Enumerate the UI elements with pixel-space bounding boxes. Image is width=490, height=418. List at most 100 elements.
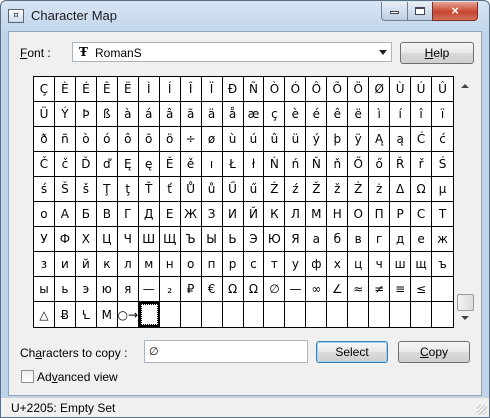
character-cell[interactable]: ť	[159, 177, 181, 202]
character-cell[interactable]: и	[54, 252, 76, 277]
character-cell[interactable]	[432, 277, 453, 302]
character-cell[interactable]: ë	[348, 102, 370, 127]
character-cell[interactable]: ○→	[118, 302, 139, 327]
character-cell[interactable]: ł	[243, 152, 265, 177]
resize-grip-icon[interactable]	[477, 405, 487, 415]
character-cell[interactable]: ч	[369, 252, 391, 277]
character-cell[interactable]: ∞	[306, 277, 328, 302]
character-cell[interactable]: í	[390, 102, 412, 127]
maximize-button[interactable]	[407, 2, 433, 21]
character-cell[interactable]: Ň	[306, 152, 328, 177]
character-cell[interactable]: Ś	[432, 152, 453, 177]
character-cell[interactable]: Ю	[264, 227, 286, 252]
character-cell[interactable]: ≈	[348, 277, 370, 302]
character-cell[interactable]: ż	[369, 177, 391, 202]
character-cell[interactable]: ю	[96, 277, 118, 302]
character-cell[interactable]: Đ	[222, 77, 244, 102]
character-cell[interactable]: à	[117, 102, 139, 127]
character-cell[interactable]: К	[264, 202, 286, 227]
character-cell[interactable]: а	[306, 227, 328, 252]
character-cell[interactable]: €	[201, 277, 223, 302]
character-cell[interactable]: Д	[138, 202, 160, 227]
character-cell[interactable]: ы	[34, 277, 55, 302]
character-cell[interactable]: Í	[159, 77, 181, 102]
character-cell[interactable]: Ч	[117, 227, 139, 252]
character-cell[interactable]	[181, 302, 202, 327]
character-cell[interactable]: к	[96, 252, 118, 277]
minimize-button[interactable]	[381, 2, 408, 21]
character-cell[interactable]: А	[54, 202, 76, 227]
character-cell[interactable]: △	[34, 302, 55, 327]
character-cell[interactable]	[369, 302, 391, 327]
chevron-down-icon[interactable]	[379, 50, 387, 55]
character-cell[interactable]: Ω	[411, 177, 433, 202]
character-cell[interactable]: ě	[180, 152, 202, 177]
character-cell[interactable]: Ф	[54, 227, 76, 252]
character-cell[interactable]: ≠	[369, 277, 391, 302]
character-cell[interactable]: á	[138, 102, 160, 127]
character-cell[interactable]: Ű	[222, 177, 244, 202]
character-cell[interactable]: Ш	[138, 227, 160, 252]
character-cell[interactable]: Î	[180, 77, 202, 102]
character-cell[interactable]: Н	[327, 202, 349, 227]
character-cell[interactable]: Û	[432, 77, 453, 102]
character-cell[interactable]: Ь	[222, 227, 244, 252]
character-cell[interactable]: ø	[201, 127, 223, 152]
character-cell[interactable]: â	[159, 102, 181, 127]
character-cell[interactable]: ä	[201, 102, 223, 127]
character-cell[interactable]: Ź	[264, 177, 286, 202]
character-cell[interactable]	[348, 302, 370, 327]
character-cell[interactable]: É	[75, 77, 97, 102]
character-cell[interactable]: ₂	[159, 277, 181, 302]
character-cell[interactable]: ţ	[117, 177, 139, 202]
character-cell[interactable]: Ñ	[243, 77, 265, 102]
character-cell[interactable]: ú	[243, 127, 265, 152]
character-cell[interactable]: Й	[243, 202, 265, 227]
help-button[interactable]: Help	[400, 42, 474, 64]
character-cell[interactable]: ň	[327, 152, 349, 177]
character-cell[interactable]: µ	[432, 177, 453, 202]
character-cell[interactable]	[285, 302, 307, 327]
character-cell[interactable]: Ż	[348, 177, 370, 202]
character-cell[interactable]: Ł	[222, 152, 244, 177]
character-cell[interactable]: Ě	[159, 152, 181, 177]
character-cell[interactable]: ô	[117, 127, 139, 152]
character-cell[interactable]: Ő	[348, 152, 370, 177]
character-grid[interactable]: ÇÈÉÊËÌÍÎÏĐÑÒÓÔÕÖØÙÚÛ ÜÝÞßàáâãäåæçèéêëìíîï…	[33, 76, 454, 328]
scroll-down-arrow-icon[interactable]	[461, 316, 469, 320]
character-cell[interactable]: М	[306, 202, 328, 227]
character-cell[interactable]: м	[138, 252, 160, 277]
grid-scrollbar[interactable]	[457, 76, 474, 328]
character-cell[interactable]: ð	[34, 127, 55, 152]
character-cell[interactable]: В	[96, 202, 118, 227]
character-cell[interactable]: Ë	[117, 77, 139, 102]
character-cell[interactable]: э	[75, 277, 97, 302]
character-cell[interactable]: é	[306, 102, 328, 127]
character-cell[interactable]: с	[243, 252, 265, 277]
character-cell[interactable]: Ř	[390, 152, 412, 177]
character-cell[interactable]: С	[411, 202, 433, 227]
character-cell[interactable]	[306, 302, 328, 327]
character-cell[interactable]: Ą	[369, 127, 391, 152]
character-cell[interactable]: в	[348, 227, 370, 252]
character-cell[interactable]: Ꝇ	[76, 302, 97, 327]
character-cell[interactable]: Ù	[390, 77, 412, 102]
character-cell[interactable]: î	[411, 102, 433, 127]
title-bar[interactable]: ¤ Character Map ×	[1, 1, 489, 31]
character-cell[interactable]	[264, 302, 286, 327]
character-cell[interactable]: Х	[75, 227, 97, 252]
character-cell[interactable]: ц	[348, 252, 370, 277]
character-cell[interactable]	[327, 302, 349, 327]
character-cell[interactable]	[202, 302, 223, 327]
character-cell[interactable]: Ô	[306, 77, 328, 102]
copy-button[interactable]: Copy	[398, 341, 470, 363]
character-cell[interactable]: Ò	[264, 77, 286, 102]
character-cell[interactable]: æ	[243, 102, 265, 127]
character-map-app-icon[interactable]: ¤	[8, 9, 24, 23]
character-cell[interactable]: у	[285, 252, 307, 277]
character-cell[interactable]: Ü	[34, 102, 55, 127]
character-cell[interactable]: Ç	[34, 77, 55, 102]
character-cell[interactable]: ó	[96, 127, 118, 152]
character-cell[interactable]: о	[180, 252, 202, 277]
character-cell[interactable]: Ú	[411, 77, 433, 102]
